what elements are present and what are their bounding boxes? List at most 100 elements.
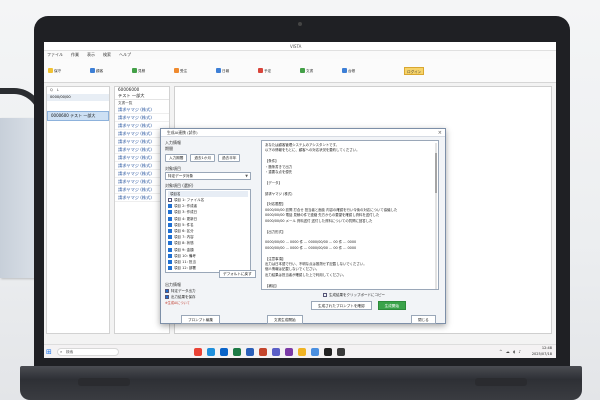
blue-tool-icon [216, 68, 221, 73]
explorer-icon[interactable] [298, 348, 306, 356]
orange-tool-icon [174, 68, 179, 73]
store-icon[interactable] [337, 348, 345, 356]
ribbon-button-label: 予定 [264, 69, 272, 73]
prompt-edit-button[interactable]: プロンプト編集 [181, 315, 221, 324]
prompt-scrollbar[interactable] [435, 143, 437, 289]
ribbon-button-label: 日報 [222, 69, 230, 73]
copy-clipboard-label: 生成結果をクリップボードにコピー [329, 293, 385, 297]
checkbox-icon [168, 247, 172, 252]
checkbox-icon [168, 216, 172, 221]
output-option-2-label: 出力結果を保存 [171, 295, 196, 299]
taskbar-search[interactable]: 検索 [57, 348, 119, 356]
blue-tool-icon [90, 68, 95, 73]
outlook-icon[interactable] [220, 348, 228, 356]
excel-icon[interactable] [233, 348, 241, 356]
checkbox-icon [168, 241, 172, 246]
period-input-button[interactable]: 入力期間 [165, 154, 188, 162]
yellow-tool-icon [48, 68, 53, 73]
chrome-icon[interactable] [194, 348, 202, 356]
checklist-item-label: 項目 1: ファイル名 [174, 198, 205, 202]
teams-icon[interactable] [272, 348, 280, 356]
files-icon[interactable] [311, 348, 319, 356]
menu-item[interactable]: ヘルプ [119, 52, 131, 57]
close-button[interactable]: 閉じる [411, 315, 436, 324]
window-title: VISTA [290, 44, 302, 49]
red-tool-icon [258, 68, 263, 73]
reset-default-button[interactable]: デフォルトに戻す [219, 270, 256, 278]
prompt-textarea[interactable]: あなたは顧客管理システムのアシスタントです。 以下の情報をもとに、顧客への対応状況… [261, 140, 439, 290]
ribbon-button[interactable]: 台帳 [342, 67, 355, 75]
blue-tool-icon [342, 68, 347, 73]
checkbox-icon [168, 266, 172, 271]
ai-note: ※生成AIについて [165, 301, 190, 305]
menu-item[interactable]: 表示 [87, 52, 95, 57]
copy-clipboard-checkbox[interactable]: 生成結果をクリップボードにコピー [323, 293, 385, 298]
green-tool-icon [132, 68, 137, 73]
login-button[interactable]: ログイン [404, 67, 425, 75]
windows-start-icon[interactable]: ⊞ [46, 348, 54, 356]
period-halfyear-button[interactable]: 過去半年 [218, 154, 241, 162]
ribbon-button[interactable]: 文書 [300, 67, 313, 75]
ribbon-button-label: 顧客 [96, 69, 104, 73]
checklist-item-label: 項目 9: 金額 [174, 247, 194, 252]
ribbon-toolbar: ログイン 保守 顧客 見積 受注 日報 予定 文書 台帳 [44, 59, 556, 83]
tab-l[interactable]: L [57, 88, 59, 92]
customer-row-selected[interactable]: 0000600 テスト 一部大 [47, 111, 109, 121]
checklist-item-label: 項目 10: 備考 [174, 253, 196, 258]
taskbar-clock[interactable]: 12:48 2025/07/18 [532, 346, 552, 357]
period-buttons: 入力期間 過去1か月 過去半年 [165, 154, 257, 162]
checkbox-icon [168, 222, 172, 227]
green-tool-icon [300, 68, 305, 73]
tab-q[interactable]: Q [50, 88, 53, 92]
customer-panel-header: 0000/00/00 [47, 94, 109, 101]
checkbox-icon [168, 253, 172, 258]
checklist-item-label: 項目 12: 部署 [174, 266, 196, 271]
ribbon-button[interactable]: 保守 [48, 67, 61, 75]
ribbon-button[interactable]: 受注 [174, 67, 187, 75]
menu-item[interactable]: 作業 [71, 52, 79, 57]
checkbox-icon [168, 198, 172, 202]
edge-icon[interactable] [207, 348, 215, 356]
dialog-title: 生成AI連携 (試作) [161, 129, 445, 137]
menu-bar: ファイル 作業 表示 検索 ヘルプ [44, 51, 556, 59]
ribbon-button-label: 保守 [54, 69, 62, 73]
media-icon[interactable] [324, 348, 332, 356]
close-icon[interactable]: × [438, 129, 442, 137]
checkbox-icon [165, 289, 169, 293]
customer-code: 60006000 テスト 一部大 [115, 87, 169, 99]
target-dropdown[interactable]: 特定データ対象 ▼ [165, 172, 251, 180]
ribbon-button-label: 受注 [180, 69, 188, 73]
powerpoint-icon[interactable] [259, 348, 267, 356]
hinge-right [475, 378, 527, 386]
document-list-label: 文書一覧 [115, 99, 169, 106]
ribbon-button[interactable]: 見積 [132, 67, 145, 75]
dialog-settings: 入力情報 期間 入力期間 過去1か月 過去半年 対象項目 特定データ対象 ▼ 対… [165, 140, 257, 308]
dialog-actions: 生成されたプロンプトを確認 生成開始 [311, 301, 406, 310]
window-titlebar: VISTA [44, 42, 556, 51]
checkbox-icon [168, 260, 172, 265]
output-option-1-label: 特定データ出力 [171, 289, 196, 293]
menu-item[interactable]: ファイル [47, 52, 63, 57]
ribbon-button-label: 文書 [306, 69, 314, 73]
doc-generate-button[interactable]: 文書生成開始 [267, 315, 303, 324]
list-item[interactable]: 請求ヤマジ (株式) [115, 114, 169, 122]
checklist-item-label: 項目 4: 更新日 [174, 216, 198, 221]
onenote-icon[interactable] [285, 348, 293, 356]
run-button[interactable]: 生成開始 [377, 301, 406, 310]
taskbar: ⊞ 検索 ^ ☁ ◖ ♪ 12:48 2025/07/18 [44, 344, 556, 358]
checkbox-icon [168, 204, 172, 209]
ribbon-button[interactable]: 日報 [216, 67, 229, 75]
menu-item[interactable]: 検索 [103, 52, 111, 57]
clock-date: 2025/07/18 [531, 351, 552, 356]
word-icon[interactable] [246, 348, 254, 356]
chevron-down-icon: ▼ [245, 174, 248, 178]
prompt-line: 上記以外の情報が必要な場合は、担当者に確認してください。 [265, 289, 435, 290]
ribbon-button[interactable]: 顧客 [90, 67, 103, 75]
check-prompt-button[interactable]: 生成されたプロンプトを確認 [311, 301, 372, 310]
system-tray[interactable]: ^ ☁ ◖ ♪ [499, 349, 522, 354]
period-1month-button[interactable]: 過去1か月 [190, 154, 216, 162]
laptop-screen: VISTA ファイル 作業 表示 検索 ヘルプ ログイン 保守 顧客 見積 受注 日報 予定 文書台… [44, 42, 556, 358]
target-dropdown-value: 特定データ対象 [168, 174, 194, 178]
list-item[interactable]: 請求ヤマジ (株式) [115, 106, 169, 114]
ribbon-button[interactable]: 予定 [258, 67, 271, 75]
